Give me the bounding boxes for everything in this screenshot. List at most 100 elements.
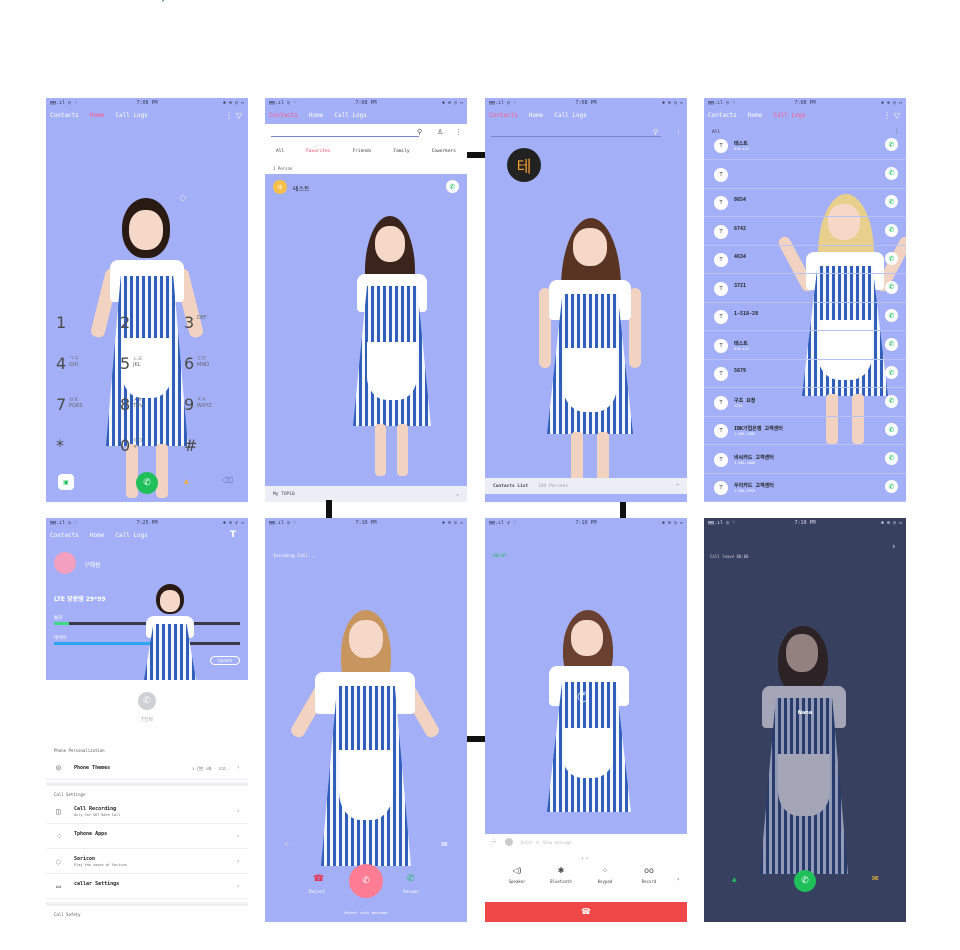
end-call-button[interactable]: ☎: [485, 902, 687, 922]
emoji-icon[interactable]: [505, 838, 513, 846]
call-log-row[interactable]: T 테스트 010-423 ✆: [704, 132, 906, 160]
tab-home[interactable]: Home: [90, 532, 104, 539]
phone-themes-row[interactable]: ◎ Phone Themes 1 건만 1회 · 고고.. ›: [46, 756, 248, 780]
call-icon[interactable]: ✆: [446, 180, 459, 193]
dial-key[interactable]: 7 ㅂㅍ PQRS: [56, 395, 106, 429]
bluetooth-button[interactable]: ✱ Bluetooth: [541, 866, 581, 884]
call-log-row[interactable]: T 8654 ✆: [704, 189, 906, 217]
reject-message-hint[interactable]: Reject with message: [265, 910, 467, 915]
call-log-row[interactable]: T IBK기업은행 고객센터 1-566-2566 ✆: [704, 417, 906, 445]
call-log-row[interactable]: T 5679 ✆: [704, 360, 906, 388]
call-icon[interactable]: ✆: [885, 451, 898, 465]
call-icon[interactable]: ✆: [885, 252, 898, 265]
dial-key[interactable]: 8 ㅅㅎ TUV: [120, 395, 170, 429]
call-icon[interactable]: ✆: [885, 423, 898, 436]
call-icon[interactable]: ✆: [885, 138, 898, 151]
tab-home[interactable]: Home: [309, 112, 323, 119]
call-icon[interactable]: ✆: [885, 280, 898, 294]
dial-key[interactable]: #: [184, 436, 234, 470]
tab-call-logs[interactable]: Call Logs: [115, 532, 148, 539]
call-icon[interactable]: ✆: [885, 394, 898, 408]
tab-call-logs[interactable]: Call Logs: [115, 112, 148, 119]
tab-contacts[interactable]: Contacts: [269, 112, 298, 119]
call-log-row[interactable]: T 4634 ✆: [704, 246, 906, 274]
filter-tab[interactable]: Coworkers: [432, 149, 456, 154]
call-log-row[interactable]: T 1-518-28 ✆: [704, 303, 906, 331]
settings-row[interactable]: ▭ callar Settings ›: [46, 875, 248, 899]
search-input[interactable]: [271, 136, 419, 137]
tab-contacts[interactable]: Contacts: [708, 112, 737, 119]
tab-call-logs[interactable]: Call Logs: [334, 112, 367, 119]
call-icon[interactable]: ✆: [885, 195, 898, 208]
message-icon[interactable]: ✉: [441, 840, 448, 849]
favorite-row[interactable]: 테 테스트 ✆: [265, 176, 467, 200]
answer-icon[interactable]: ✆: [407, 874, 415, 884]
call-log-row[interactable]: T 3721 ✆: [704, 275, 906, 303]
contact-avatar-large[interactable]: 테: [507, 148, 541, 182]
call-button[interactable]: ✆: [794, 870, 816, 892]
search-icon[interactable]: ⚲: [417, 128, 422, 136]
speaker-button[interactable]: ◁) Speaker: [497, 866, 537, 884]
tab-call-logs[interactable]: Call Logs: [773, 112, 806, 119]
dial-key[interactable]: 3 DEF: [184, 313, 234, 347]
tphone-icon[interactable]: ✆: [138, 692, 156, 710]
avatar[interactable]: [54, 552, 76, 574]
dial-key[interactable]: *: [56, 436, 106, 470]
swipe-call-button[interactable]: ✆: [349, 864, 383, 898]
chevron-right-icon[interactable]: ›: [677, 876, 679, 883]
search-icon[interactable]: ⚲: [653, 128, 658, 136]
filter-tab[interactable]: Favorites: [306, 149, 330, 154]
tab-contacts[interactable]: Contacts: [50, 112, 79, 119]
more-icon[interactable]: ⋮: [455, 128, 462, 136]
filter-tab[interactable]: Friends: [352, 149, 371, 154]
dial-key[interactable]: 9 ㅈㅊ WXYZ: [184, 395, 234, 429]
tab-home[interactable]: Home: [90, 112, 104, 119]
call-log-row[interactable]: T 테스트 010-423 ✆: [704, 332, 906, 360]
message-input[interactable]: Enter or Show message: [521, 840, 572, 845]
reject-icon[interactable]: ☎: [313, 874, 324, 884]
call-log-row[interactable]: T ✆: [704, 161, 906, 189]
call-log-row[interactable]: T 비씨카드 고객센터 1-588-4000 ✆: [704, 446, 906, 474]
call-button[interactable]: ✆: [136, 472, 158, 494]
settings-row[interactable]: ◌ Soricon Play the sound of Soricon ›: [46, 850, 248, 874]
settings-row[interactable]: ⁘ Tphone Apps ›: [46, 825, 248, 849]
settings-row[interactable]: ◫ Call Recording Only for SKT Bare Call ›: [46, 800, 248, 824]
call-icon[interactable]: ✆: [885, 223, 898, 237]
backspace-icon[interactable]: ⌫: [222, 476, 233, 485]
call-icon[interactable]: ✆: [885, 337, 898, 351]
dial-key[interactable]: 5 ㄴㄹ JKL: [120, 354, 170, 388]
update-button[interactable]: Update: [210, 656, 240, 665]
filter-icon[interactable]: ⋮ ▽: [883, 111, 900, 120]
contacts-list-bar[interactable]: Contacts List 184 Persons ⌃: [485, 478, 687, 494]
message-icon[interactable]: ✉: [872, 874, 879, 883]
call-log-row[interactable]: T 우리카드 고객센터 1-588-9955 ✆: [704, 474, 906, 502]
chevron-right-icon[interactable]: ›: [892, 542, 896, 552]
keypad-button[interactable]: ⁘ Keypad: [585, 866, 625, 884]
tab-home[interactable]: Home: [529, 112, 543, 119]
call-icon[interactable]: ✆: [885, 366, 898, 379]
tab-home[interactable]: Home: [748, 112, 762, 119]
dial-key[interactable]: 0 ㅇㅁ +: [120, 436, 170, 470]
call-log-row[interactable]: T 구조 요청 1234 ✆: [704, 389, 906, 417]
search-input[interactable]: [491, 136, 661, 137]
record-button[interactable]: ᴏᴏ Record: [629, 866, 669, 884]
dial-key[interactable]: 2: [120, 313, 170, 347]
more-icon[interactable]: ⋮: [675, 128, 682, 136]
filter-tab[interactable]: Family: [393, 149, 409, 154]
filter-tab[interactable]: All: [276, 149, 284, 154]
call-log-row[interactable]: T 6742 ✆: [704, 218, 906, 246]
expand-icon[interactable]: ▲: [732, 876, 737, 883]
apps-icon[interactable]: ⁘: [283, 840, 290, 849]
call-icon[interactable]: ✆: [885, 480, 898, 493]
dial-key[interactable]: 1: [56, 313, 106, 347]
tab-contacts[interactable]: Contacts: [489, 112, 518, 119]
call-icon[interactable]: ✆: [885, 309, 898, 322]
dial-key[interactable]: 6 ㄷㅌ MNO: [184, 354, 234, 388]
hide-keypad-icon[interactable]: ▲: [184, 478, 189, 485]
add-contact-icon[interactable]: ♙: [437, 128, 443, 136]
plan-name[interactable]: LTE 망종탱 29*99: [54, 594, 106, 603]
call-icon[interactable]: ✆: [885, 166, 898, 180]
tab-contacts[interactable]: Contacts: [50, 532, 79, 539]
dial-key[interactable]: 4 ㄱㅋ GHI: [56, 354, 106, 388]
apps-icon[interactable]: ⁘: [491, 838, 497, 846]
